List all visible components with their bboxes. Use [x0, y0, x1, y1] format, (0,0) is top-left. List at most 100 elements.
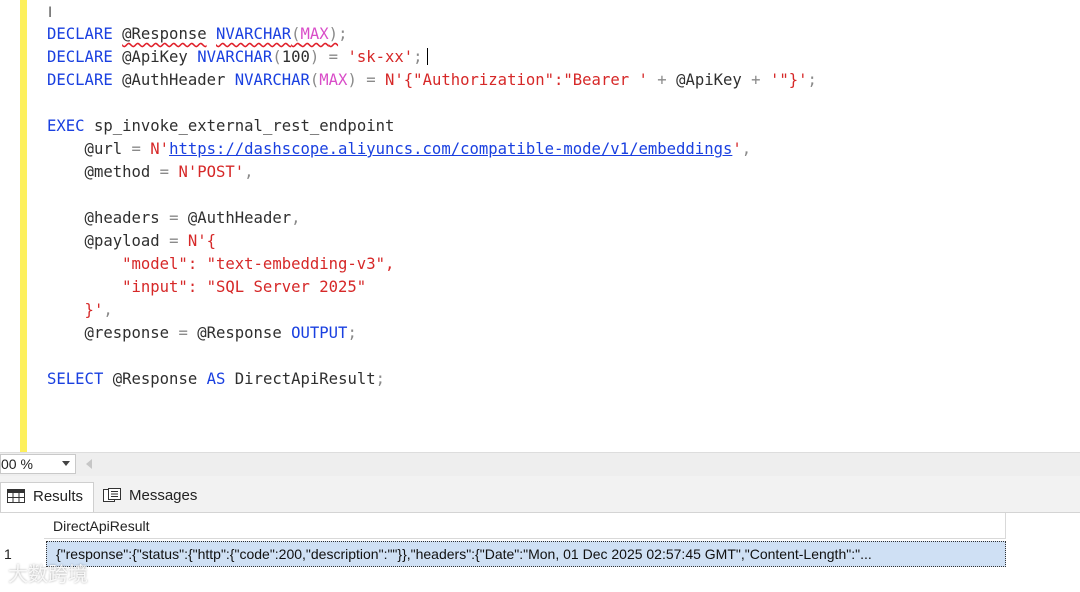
code-token: @ApiKey: [112, 48, 198, 66]
code-token: @Response: [197, 324, 292, 342]
code-token: N'POST': [178, 163, 245, 181]
grid-icon: [7, 489, 25, 503]
code-token: sp_invoke_external_rest_endpoint: [84, 117, 395, 135]
code-token: ,: [103, 301, 113, 319]
result-cell[interactable]: {"response":{"status":{"http":{"code":20…: [46, 541, 1006, 567]
code-token: AS: [206, 370, 226, 388]
text-caret: [426, 48, 428, 65]
code-token: ) =: [309, 48, 348, 66]
code-token: NVARCHAR: [234, 71, 310, 89]
code-token: =: [131, 140, 151, 158]
code-token: MAX: [319, 71, 348, 89]
zoom-dropdown[interactable]: 00 %: [0, 454, 76, 474]
code-line[interactable]: @method = N'POST',: [47, 161, 1080, 184]
code-token: SELECT: [47, 370, 104, 388]
code-token: ;: [338, 25, 348, 43]
code-token: =: [159, 163, 179, 181]
code-token: =: [169, 232, 188, 250]
code-token: ,: [244, 163, 254, 181]
code-token: @AuthHeader: [112, 71, 235, 89]
code-token: +: [741, 71, 770, 89]
code-token: DECLARE: [47, 25, 113, 43]
code-line[interactable]: [47, 184, 1080, 207]
code-token: ;: [347, 324, 357, 342]
code-token: ): [328, 25, 339, 43]
query-editor[interactable]: I DECLARE @Response NVARCHAR(MAX); DECLAR…: [0, 0, 1080, 452]
code-token: NVARCHAR: [197, 48, 273, 66]
code-line[interactable]: DECLARE @AuthHeader NVARCHAR(MAX) = N'{"…: [47, 69, 1080, 92]
chevron-down-icon: [62, 461, 70, 466]
code-line[interactable]: @payload = N'{: [47, 230, 1080, 253]
code-token: OUTPUT: [291, 324, 348, 342]
ibeam-cursor-icon: I: [48, 5, 53, 21]
editor-gutter: [0, 0, 20, 452]
code-token: ;: [375, 370, 386, 388]
code-token: @payload: [47, 232, 170, 250]
code-token: ,: [291, 209, 301, 227]
code-token: https://dashscope.aliyuncs.com/compatibl…: [169, 140, 733, 158]
code-token: (: [309, 71, 320, 89]
code-token: @Response: [103, 370, 207, 388]
code-token: ,: [741, 140, 752, 158]
code-line[interactable]: DECLARE @ApiKey NVARCHAR(100) = 'sk-xx';: [47, 46, 1080, 69]
code-token: @Response: [122, 25, 207, 43]
tab-results[interactable]: Results: [0, 482, 94, 512]
code-token: @response: [47, 324, 179, 342]
code-token: }': [47, 301, 104, 319]
code-token: ) =: [347, 71, 386, 89]
code-token: DirectApiResult: [225, 370, 376, 388]
code-token: @headers: [47, 209, 170, 227]
code-token: '"}': [769, 71, 808, 89]
code-token: EXEC: [47, 117, 85, 135]
code-token: DECLARE: [47, 71, 113, 89]
code-token: "model": "text-embedding-v3",: [47, 255, 395, 273]
code-line[interactable]: @headers = @AuthHeader,: [47, 207, 1080, 230]
tab-results-label: Results: [33, 488, 84, 505]
zoom-value: 00 %: [1, 456, 33, 472]
code-token: 100: [281, 48, 310, 66]
code-token: +: [647, 71, 677, 89]
code-token: =: [169, 209, 188, 227]
messages-icon: [103, 488, 121, 502]
code-token: @AuthHeader: [187, 209, 292, 227]
code-token: ;: [807, 71, 817, 89]
code-token: "input": "SQL Server 2025": [47, 278, 367, 296]
code-line[interactable]: @url = N'https://dashscope.aliyuncs.com/…: [47, 138, 1080, 161]
code-token: N'{"Authorization":"Bearer ': [385, 71, 648, 89]
code-line[interactable]: "input": "SQL Server 2025": [47, 276, 1080, 299]
code-token: NVARCHAR: [216, 25, 292, 43]
code-token: N'{: [187, 232, 217, 250]
code-token: MAX: [300, 25, 329, 43]
code-token: @method: [47, 163, 160, 181]
code-line[interactable]: @response = @Response OUTPUT;: [47, 322, 1080, 345]
tab-messages-label: Messages: [129, 487, 198, 504]
code-line[interactable]: [47, 345, 1080, 368]
scroll-left-arrow-icon[interactable]: [86, 459, 92, 469]
unsaved-change-bar: [20, 0, 27, 452]
code-token: N': [150, 140, 170, 158]
code-token: @url: [47, 140, 132, 158]
code-token: DECLARE: [47, 48, 113, 66]
code-line[interactable]: "model": "text-embedding-v3",: [47, 253, 1080, 276]
code-line[interactable]: SELECT @Response AS DirectApiResult;: [47, 368, 1080, 391]
code-token: @ApiKey: [676, 71, 742, 89]
code-token: ;: [413, 48, 423, 66]
code-line[interactable]: EXEC sp_invoke_external_rest_endpoint: [47, 115, 1080, 138]
code-token: (: [272, 48, 282, 66]
results-tab-bar: Results Messages: [0, 476, 1080, 513]
code-token: ': [732, 140, 742, 158]
code-line[interactable]: [47, 92, 1080, 115]
code-token: 'sk-xx': [347, 48, 414, 66]
code-line[interactable]: }',: [47, 299, 1080, 322]
column-header[interactable]: DirectApiResult: [44, 513, 1006, 539]
code-token: =: [178, 324, 198, 342]
tab-messages[interactable]: Messages: [97, 482, 209, 512]
code-line[interactable]: DECLARE @Response NVARCHAR(MAX);: [47, 23, 1080, 46]
code-token: (: [291, 25, 301, 43]
zoom-strip: 00 %: [0, 452, 1080, 477]
results-grid: DirectApiResult 1 {"response":{"status":…: [0, 513, 1080, 592]
sql-code[interactable]: DECLARE @Response NVARCHAR(MAX); DECLARE …: [47, 23, 1080, 391]
watermark: 大数跨境: [8, 562, 88, 586]
